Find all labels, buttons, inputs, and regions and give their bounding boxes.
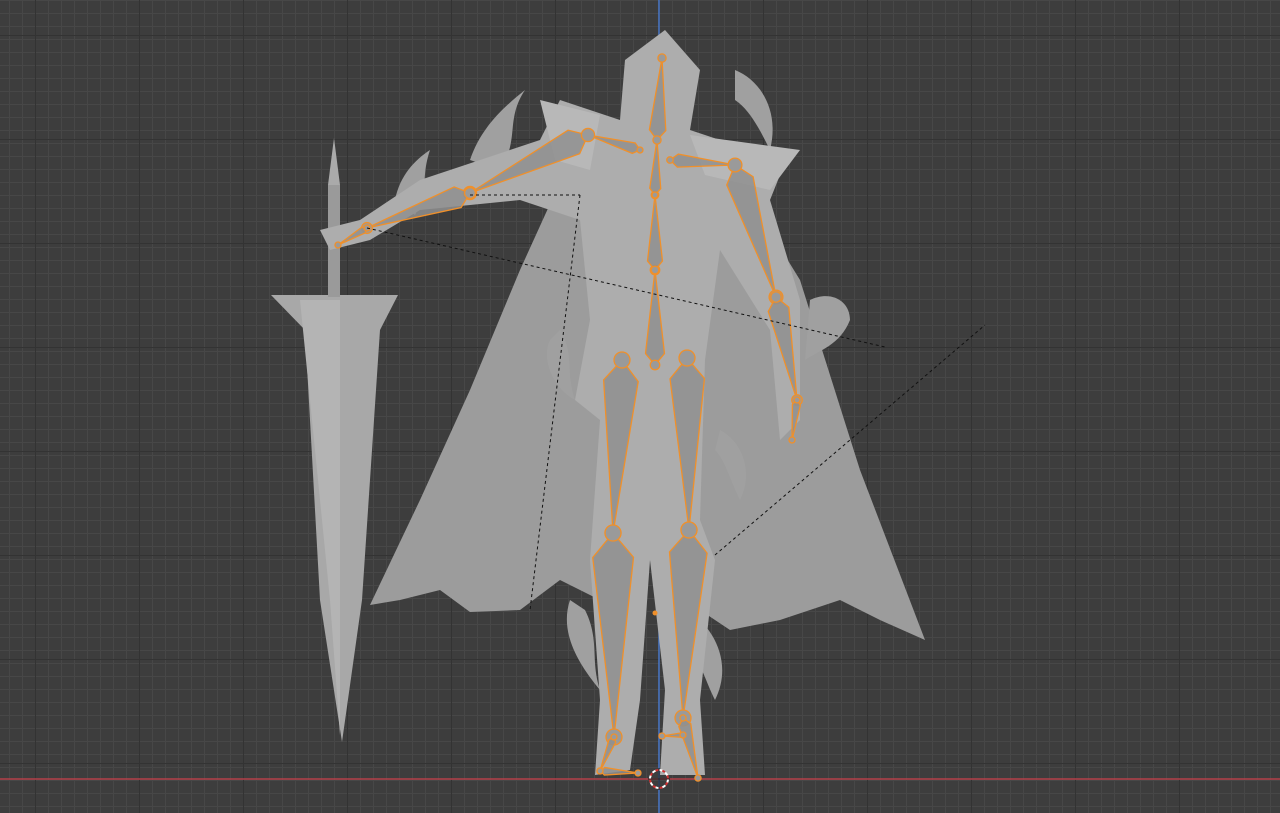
bone-hand-r-head[interactable] bbox=[793, 396, 801, 404]
bone-foot-l-head[interactable] bbox=[610, 733, 618, 741]
bone-head-tail[interactable] bbox=[657, 53, 667, 63]
bone-head-head[interactable] bbox=[652, 135, 662, 145]
bone-thigh-l-head[interactable] bbox=[613, 351, 631, 369]
bone-shoulder-r-head[interactable] bbox=[666, 156, 674, 164]
bone-shin-r-head[interactable] bbox=[680, 521, 698, 539]
3d-viewport[interactable] bbox=[0, 0, 1280, 813]
bone-foot-r-head[interactable] bbox=[679, 714, 687, 722]
bone-hand-l-tail[interactable] bbox=[334, 241, 342, 249]
bone-shoulder-l-head[interactable] bbox=[636, 146, 644, 154]
bone-toe-l-tail[interactable] bbox=[634, 769, 642, 777]
bone-neck-head[interactable] bbox=[651, 191, 659, 199]
bone-foot-r-tail[interactable] bbox=[694, 774, 702, 782]
bone-toe-r-head[interactable] bbox=[679, 731, 687, 739]
bone-forearm-l-head[interactable] bbox=[463, 186, 477, 200]
bone-forearm-r-head[interactable] bbox=[770, 291, 782, 303]
bone-chest-head[interactable] bbox=[650, 265, 660, 275]
bone-spine-head[interactable] bbox=[649, 359, 661, 371]
bone-upperarm-r-head[interactable] bbox=[727, 157, 743, 173]
bone-hand-r-tail[interactable] bbox=[788, 436, 796, 444]
bone-shin-l-head[interactable] bbox=[604, 524, 622, 542]
bone-upperarm-l-head[interactable] bbox=[580, 127, 596, 143]
object-origin bbox=[652, 610, 658, 616]
bone-thigh-r-head[interactable] bbox=[678, 349, 696, 367]
bone-toe-l-head[interactable] bbox=[596, 767, 604, 775]
bone-toe-r-tail[interactable] bbox=[658, 732, 666, 740]
viewport-canvas[interactable] bbox=[0, 0, 1280, 813]
